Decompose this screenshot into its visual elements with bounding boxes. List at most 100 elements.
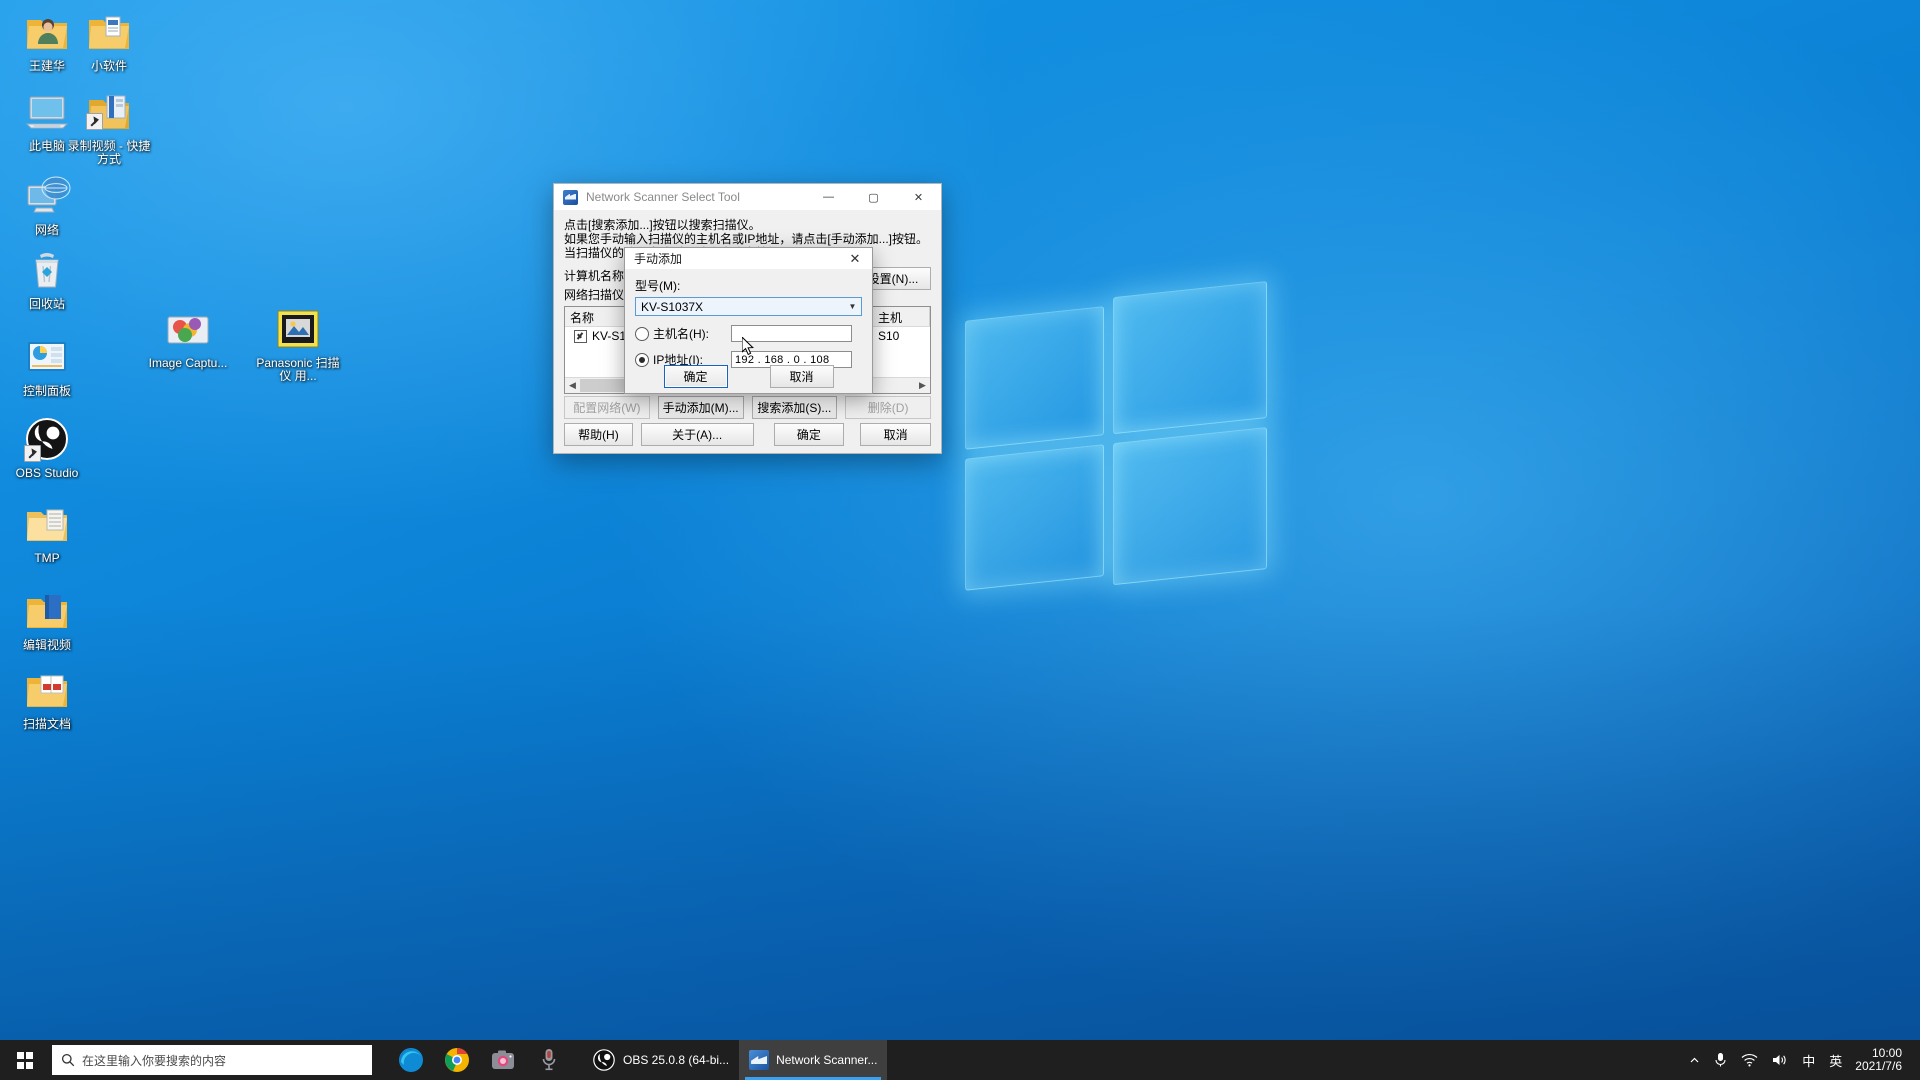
taskbar-app-network-scanner-label: Network Scanner...: [776, 1053, 877, 1067]
close-button[interactable]: ✕: [896, 184, 941, 210]
manual-dialog-buttons: 确定 取消: [625, 365, 872, 388]
camera-icon[interactable]: [480, 1040, 526, 1080]
desktop-icon-1[interactable]: 小软件: [66, 8, 152, 73]
edge-icon[interactable]: [388, 1040, 434, 1080]
window-title: Network Scanner Select Tool: [586, 190, 740, 204]
desktop-wallpaper: [0, 0, 1920, 1080]
desktop-icon-label: 小软件: [66, 60, 152, 73]
description-line-2: 如果您手动输入扫描仪的主机名或IP地址，请点击[手动添加...]按钮。: [564, 232, 931, 246]
search-add-button[interactable]: 搜索添加(S)...: [752, 396, 838, 419]
network-icon: [23, 172, 71, 220]
desktop-icon-label: Panasonic 扫描仪 用...: [255, 357, 341, 383]
desktop-icon-11[interactable]: Image Captu...: [145, 305, 231, 370]
window-button-row-2: 帮助(H) 关于(A)... 确定 取消: [564, 423, 931, 446]
row-host-cell: S10: [873, 329, 930, 343]
search-placeholder: 在这里输入你要搜索的内容: [82, 1052, 226, 1069]
folder-blue-icon: [23, 587, 71, 635]
scroll-right-arrow[interactable]: ▶: [915, 379, 930, 393]
network-icon[interactable]: [1734, 1040, 1765, 1080]
chevron-down-icon[interactable]: ▼: [844, 298, 861, 315]
folder-docs-icon: [85, 8, 133, 56]
panasonic-scanner-icon: [274, 305, 322, 353]
obs-icon: [23, 415, 71, 463]
desktop-icon-label: OBS Studio: [4, 467, 90, 480]
model-label: 型号(M):: [635, 277, 862, 294]
desktop-icon-label: 编辑视频: [4, 639, 90, 652]
volume-icon[interactable]: [1765, 1040, 1795, 1080]
desktop-icon-label: Image Captu...: [145, 357, 231, 370]
app-icon: [563, 190, 578, 205]
taskbar[interactable]: 在这里输入你要搜索的内容: [0, 1040, 1920, 1080]
desktop-icon-9[interactable]: 编辑视频: [4, 587, 90, 652]
manual-dialog-cancel-button[interactable]: 取消: [770, 365, 834, 388]
folder-pdf-icon: [23, 666, 71, 714]
folder-shortcut-icon: [85, 88, 133, 136]
computer-icon: [23, 88, 71, 136]
desktop-icon-label: 录制视频 - 快捷方式: [66, 140, 152, 166]
description-line-1: 点击[搜索添加...]按钮以搜索扫描仪。: [564, 218, 931, 232]
hostname-radio[interactable]: [635, 327, 649, 341]
delete-button[interactable]: 删除(D): [845, 396, 931, 419]
taskbar-search-box[interactable]: 在这里输入你要搜索的内容: [52, 1045, 372, 1075]
manual-add-button[interactable]: 手动添加(M)...: [658, 396, 744, 419]
desktop-icon-label: 网络: [4, 224, 90, 237]
desktop-icon-label: 回收站: [4, 298, 90, 311]
configure-network-button[interactable]: 配置网络(W): [564, 396, 650, 419]
image-capture-icon: [164, 305, 212, 353]
hostname-label: 主机名(H):: [653, 325, 731, 342]
show-desktop-button[interactable]: [1914, 1040, 1920, 1080]
desktop-icon-6[interactable]: 控制面板: [4, 333, 90, 398]
manual-dialog-ok-button[interactable]: 确定: [664, 365, 728, 388]
ime-indicator-cn[interactable]: 中: [1795, 1040, 1822, 1080]
model-select-value: KV-S1037X: [636, 300, 703, 314]
manual-dialog-close-icon[interactable]: ✕: [838, 248, 872, 269]
taskbar-app-obs[interactable]: OBS 25.0.8 (64-bi...: [582, 1040, 739, 1080]
folder-user-icon: [23, 8, 71, 56]
taskbar-clock[interactable]: 10:00 2021/7/6: [1849, 1047, 1914, 1073]
manual-add-dialog[interactable]: 手动添加 ✕ 型号(M): KV-S1037X ▼ 主机名(H): IP地址(I…: [624, 247, 873, 394]
desktop-icon-7[interactable]: OBS Studio: [4, 415, 90, 480]
obs-icon: [592, 1048, 616, 1072]
microphone-icon[interactable]: [526, 1040, 572, 1080]
computer-name-label: 计算机名称:: [564, 269, 627, 283]
desktop-icon-label: TMP: [4, 552, 90, 565]
search-icon: [61, 1053, 75, 1067]
mouse-cursor: [742, 337, 754, 356]
scroll-left-arrow[interactable]: ◀: [565, 379, 580, 393]
manual-dialog-titlebar[interactable]: 手动添加 ✕: [625, 248, 872, 269]
folder-plain-icon: [23, 500, 71, 548]
row-checkbox[interactable]: [574, 330, 587, 343]
taskbar-app-obs-label: OBS 25.0.8 (64-bi...: [623, 1053, 729, 1067]
chevron-up-icon[interactable]: [1682, 1040, 1707, 1080]
window-titlebar[interactable]: Network Scanner Select Tool — ▢ ✕: [554, 184, 941, 210]
ime-indicator-en[interactable]: 英: [1822, 1040, 1849, 1080]
desktop-icon-3[interactable]: 录制视频 - 快捷方式: [66, 88, 152, 166]
column-header-host[interactable]: 主机: [873, 307, 930, 326]
ok-button[interactable]: 确定: [774, 423, 845, 446]
desktop-icon-8[interactable]: TMP: [4, 500, 90, 565]
desktop-icon-label: 控制面板: [4, 385, 90, 398]
manual-dialog-title: 手动添加: [634, 250, 682, 267]
system-tray: 中 英 10:00 2021/7/6: [1682, 1040, 1920, 1080]
control-panel-icon: [23, 333, 71, 381]
windows-logo-watermark: [965, 289, 1265, 596]
desktop-icon-12[interactable]: Panasonic 扫描仪 用...: [255, 305, 341, 383]
taskbar-app-network-scanner[interactable]: Network Scanner...: [739, 1040, 887, 1080]
cancel-button[interactable]: 取消: [860, 423, 931, 446]
desktop-icon-4[interactable]: 网络: [4, 172, 90, 237]
desktop-icon-5[interactable]: 回收站: [4, 246, 90, 311]
maximize-button[interactable]: ▢: [851, 184, 896, 210]
chrome-icon[interactable]: [434, 1040, 480, 1080]
help-button[interactable]: 帮助(H): [564, 423, 633, 446]
about-button[interactable]: 关于(A)...: [641, 423, 754, 446]
model-select[interactable]: KV-S1037X ▼: [635, 297, 862, 316]
tray-microphone-icon[interactable]: [1707, 1040, 1734, 1080]
clock-date: 2021/7/6: [1855, 1060, 1902, 1073]
minimize-button[interactable]: —: [806, 184, 851, 210]
desktop-icon-label: 扫描文档: [4, 718, 90, 731]
start-button[interactable]: [0, 1040, 48, 1080]
window-button-row-1: 配置网络(W) 手动添加(M)... 搜索添加(S)... 删除(D): [564, 396, 931, 419]
scanner-icon: [749, 1050, 769, 1070]
recycle-bin-icon: [23, 246, 71, 294]
desktop-icon-10[interactable]: 扫描文档: [4, 666, 90, 731]
